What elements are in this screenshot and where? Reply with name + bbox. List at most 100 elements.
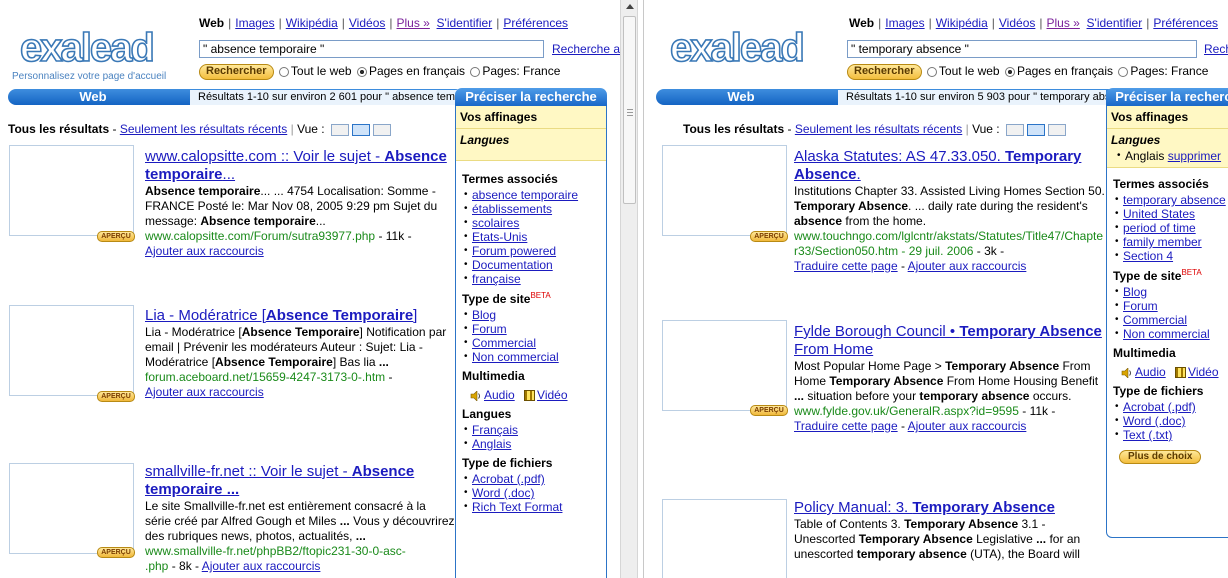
site-type-item[interactable]: Forum [472, 322, 507, 336]
audio-link[interactable]: Audio [484, 388, 515, 402]
related-term[interactable]: absence temporaire [472, 188, 578, 202]
filter-recent[interactable]: Seulement les résultats récents [120, 122, 287, 136]
related-term[interactable]: temporary absence [1123, 193, 1226, 207]
nav-plus[interactable]: Plus » [1047, 16, 1080, 30]
filter-recent[interactable]: Seulement les résultats récents [795, 122, 962, 136]
result-thumbnail[interactable] [662, 320, 787, 411]
related-term[interactable]: française [472, 272, 521, 286]
related-term[interactable]: Documentation [472, 258, 553, 272]
related-term[interactable]: établissements [472, 202, 552, 216]
search-button[interactable]: Rechercher [847, 64, 922, 80]
result-thumbnail[interactable] [9, 463, 134, 554]
exalead-logo[interactable]: exalead [669, 27, 805, 69]
view-compact-icon[interactable] [1047, 123, 1066, 136]
result-title-link[interactable]: www.calopsitte.com :: Voir le sujet - Ab… [145, 148, 455, 184]
view-list-icon[interactable] [1005, 123, 1024, 136]
radio-france-pages[interactable] [470, 67, 481, 77]
nav-plus[interactable]: Plus » [397, 16, 430, 30]
advanced-search-link[interactable]: Recherche avancée [1204, 42, 1228, 56]
vertical-scrollbar[interactable] [620, 0, 638, 578]
radio-all-web[interactable] [926, 67, 937, 77]
site-type-item[interactable]: Blog [472, 308, 496, 322]
nav-identify[interactable]: S'identifier [437, 16, 493, 30]
apercu-button[interactable]: APERÇU [97, 547, 135, 558]
nav-web[interactable]: Web [849, 16, 874, 30]
advanced-search-link[interactable]: Recherche avancée [552, 42, 620, 56]
filetype-item[interactable]: Acrobat (.pdf) [1123, 400, 1196, 414]
result-title-link[interactable]: smallville-fr.net :: Voir le sujet - Abs… [145, 463, 455, 499]
filetype-item[interactable]: Word (.doc) [1123, 414, 1185, 428]
search-input[interactable]: " temporary absence " [847, 40, 1197, 58]
scroll-up-arrow-icon[interactable] [626, 4, 634, 9]
result-thumbnail[interactable] [662, 145, 787, 236]
related-term[interactable]: Forum powered [472, 244, 556, 258]
result-url[interactable]: www.touchngo.com/lglcntr/akstats/Statute… [794, 229, 1103, 258]
add-shortcut-link[interactable]: Ajouter aux raccourcis [908, 259, 1027, 273]
language-item[interactable]: Français [472, 423, 518, 437]
nav-identify[interactable]: S'identifier [1087, 16, 1143, 30]
nav-wikipedia[interactable]: Wikipédia [286, 16, 338, 30]
result-title-link[interactable]: Fylde Borough Council • Temporary Absenc… [794, 323, 1106, 359]
related-term[interactable]: United States [1123, 207, 1195, 221]
radio-all-web[interactable] [278, 67, 289, 77]
apercu-button[interactable]: APERÇU [97, 391, 135, 402]
result-url[interactable]: www.fylde.gov.uk/GeneralR.aspx?id=9595 [794, 404, 1019, 418]
translate-link[interactable]: Traduire cette page [794, 259, 898, 273]
site-type-item[interactable]: Non commercial [472, 350, 559, 364]
site-type-item[interactable]: Forum [1123, 299, 1158, 313]
filter-all[interactable]: Tous les résultats [8, 122, 109, 136]
remove-refinement-link[interactable]: supprimer [1168, 149, 1221, 163]
result-url[interactable]: forum.aceboard.net/15659-4247-3173-0-.ht… [145, 370, 385, 384]
result-title-link[interactable]: Lia - Modératrice [Absence Temporaire] [145, 307, 455, 325]
personalize-link[interactable]: Personnalisez votre page d'accueil [12, 71, 166, 82]
add-shortcut-link[interactable]: Ajouter aux raccourcis [202, 559, 321, 573]
view-list-icon[interactable] [330, 123, 349, 136]
nav-preferences[interactable]: Préférences [503, 16, 568, 30]
related-term[interactable]: scolaires [472, 216, 519, 230]
search-button[interactable]: Rechercher [199, 64, 274, 80]
radio-french-pages[interactable] [1004, 67, 1015, 77]
translate-link[interactable]: Traduire cette page [794, 419, 898, 433]
exalead-logo[interactable]: exalead [19, 27, 155, 69]
nav-videos[interactable]: Vidéos [999, 16, 1035, 30]
radio-french-pages[interactable] [356, 67, 367, 77]
filter-all[interactable]: Tous les résultats [683, 122, 784, 136]
apercu-button[interactable]: APERÇU [750, 231, 788, 242]
video-link[interactable]: Vidéo [537, 388, 567, 402]
language-item[interactable]: Anglais [472, 437, 511, 451]
apercu-button[interactable]: APERÇU [750, 405, 788, 416]
nav-images[interactable]: Images [885, 16, 924, 30]
related-term[interactable]: period of time [1123, 221, 1196, 235]
related-term[interactable]: family member [1123, 235, 1202, 249]
result-url[interactable]: www.calopsitte.com/Forum/sutra93977.php [145, 229, 375, 243]
add-shortcut-link[interactable]: Ajouter aux raccourcis [908, 419, 1027, 433]
nav-web[interactable]: Web [199, 16, 224, 30]
add-shortcut-link[interactable]: Ajouter aux raccourcis [145, 244, 264, 258]
filetype-item[interactable]: Acrobat (.pdf) [472, 472, 545, 486]
result-thumbnail[interactable] [662, 499, 787, 578]
nav-images[interactable]: Images [235, 16, 274, 30]
related-term[interactable]: Section 4 [1123, 249, 1173, 263]
result-url[interactable]: www.smallville-fr.net/phpBB2/ftopic231-3… [145, 544, 406, 558]
nav-wikipedia[interactable]: Wikipédia [936, 16, 988, 30]
result-thumbnail[interactable] [9, 305, 134, 396]
filetype-item[interactable]: Rich Text Format [472, 500, 562, 514]
view-compact-icon[interactable] [372, 123, 391, 136]
site-type-item[interactable]: Commercial [472, 336, 536, 350]
add-shortcut-link[interactable]: Ajouter aux raccourcis [145, 385, 264, 399]
scrollbar-thumb[interactable] [623, 16, 636, 204]
radio-france-pages[interactable] [1118, 67, 1129, 77]
view-thumbs-icon[interactable] [1026, 123, 1045, 136]
apercu-button[interactable]: APERÇU [97, 231, 135, 242]
more-choices-button[interactable]: Plus de choix [1119, 450, 1202, 464]
related-term[interactable]: Etats-Unis [472, 230, 527, 244]
nav-preferences[interactable]: Préférences [1153, 16, 1218, 30]
site-type-item[interactable]: Commercial [1123, 313, 1187, 327]
result-title-link[interactable]: Alaska Statutes: AS 47.33.050. Temporary… [794, 148, 1106, 184]
filetype-item[interactable]: Word (.doc) [472, 486, 534, 500]
filetype-item[interactable]: Text (.txt) [1123, 428, 1172, 442]
nav-videos[interactable]: Vidéos [349, 16, 385, 30]
search-input[interactable]: " absence temporaire " [199, 40, 544, 58]
result-thumbnail[interactable] [9, 145, 134, 236]
video-link[interactable]: Vidéo [1188, 365, 1218, 379]
